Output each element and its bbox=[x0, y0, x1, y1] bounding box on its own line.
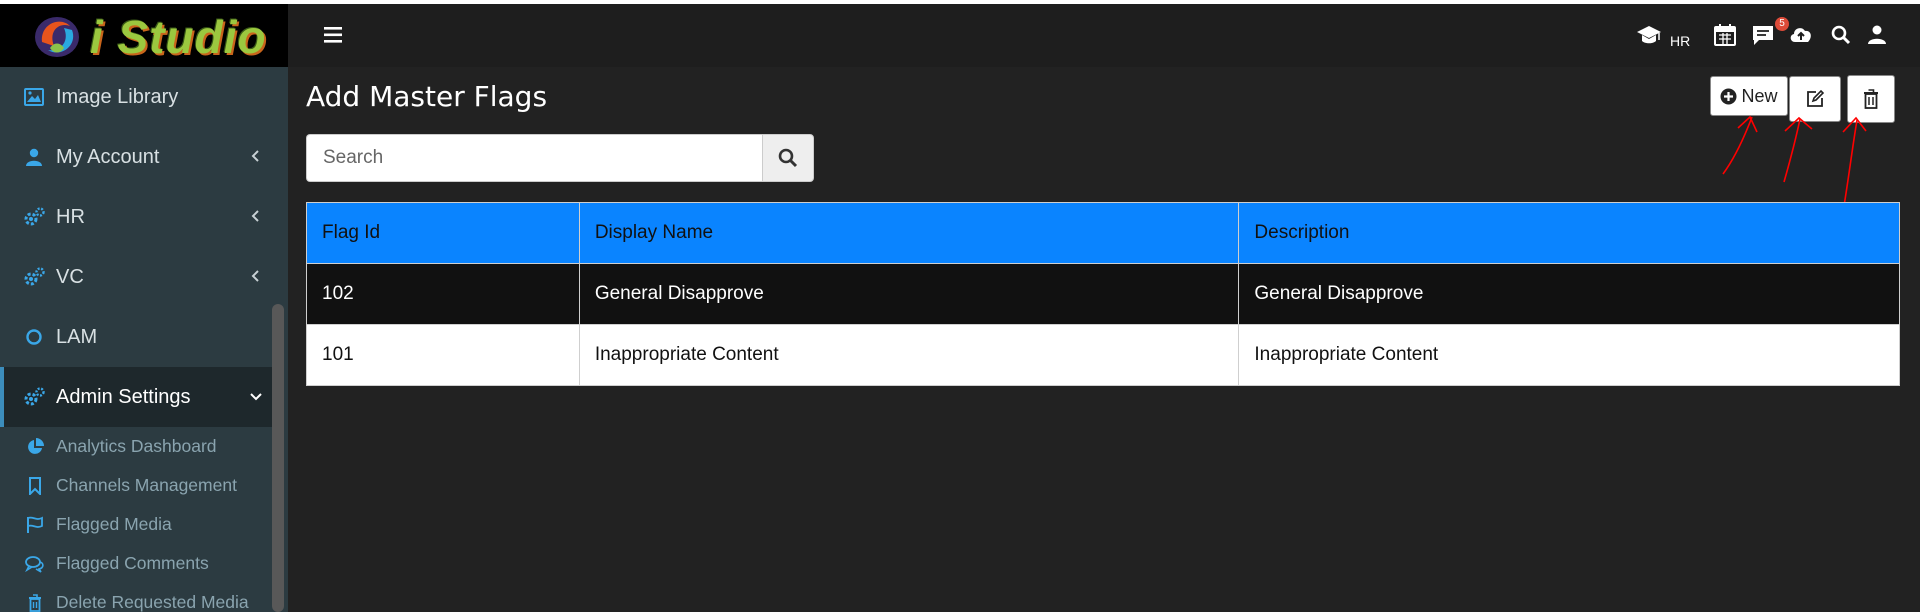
edit-button[interactable] bbox=[1789, 76, 1841, 122]
circle-icon bbox=[22, 325, 46, 349]
table-row[interactable]: 102 General Disapprove General Disapprov… bbox=[306, 263, 1900, 325]
user-icon bbox=[22, 145, 46, 169]
search-input[interactable] bbox=[306, 134, 764, 182]
sidebar-item-vc[interactable]: VC bbox=[0, 247, 272, 307]
sidebar-subitem-analytics-dashboard[interactable]: Analytics Dashboard bbox=[0, 427, 272, 466]
sidebar-subitem-label: Flagged Comments bbox=[56, 553, 209, 573]
flags-table: Flag Id Display Name Description 102 Gen… bbox=[306, 202, 1900, 386]
page-title: Add Master Flags bbox=[306, 80, 548, 113]
delete-button[interactable] bbox=[1847, 75, 1895, 123]
sidebar-subitem-channels-management[interactable]: Channels Management bbox=[0, 466, 272, 505]
search-icon bbox=[778, 148, 798, 168]
sidebar-subitem-flagged-comments[interactable]: Flagged Comments bbox=[0, 544, 272, 583]
cogs-icon bbox=[22, 385, 46, 409]
sidebar-subitem-flagged-media[interactable]: Flagged Media bbox=[0, 505, 272, 544]
annotation-arrows bbox=[1722, 115, 1867, 213]
sidebar-item-label: LAM bbox=[56, 325, 98, 348]
sidebar-subitem-delete-requested-media[interactable]: Delete Requested Media bbox=[0, 583, 272, 612]
sidebar-item-hr[interactable]: HR bbox=[0, 187, 272, 247]
sidebar-item-lam[interactable]: LAM bbox=[0, 307, 272, 367]
sidebar-subitem-label: Channels Management bbox=[56, 475, 237, 495]
cell-description: Inappropriate Content bbox=[1238, 324, 1900, 386]
search-icon[interactable] bbox=[1828, 22, 1854, 48]
cloud-upload-icon[interactable] bbox=[1788, 22, 1814, 48]
new-button[interactable]: New bbox=[1710, 76, 1788, 116]
notification-badge: 5 bbox=[1775, 17, 1789, 31]
chat-icon[interactable] bbox=[1750, 22, 1776, 48]
sidebar-item-admin-settings[interactable]: Admin Settings bbox=[0, 367, 272, 427]
logo-text: i Studio bbox=[90, 11, 267, 63]
sidebar-item-label: My Account bbox=[56, 145, 160, 168]
sidebar-scrollbar[interactable] bbox=[272, 304, 284, 612]
cogs-icon bbox=[22, 265, 46, 289]
pie-chart-icon bbox=[24, 436, 46, 458]
column-header-description[interactable]: Description bbox=[1238, 202, 1900, 264]
cell-flag-id: 102 bbox=[306, 263, 580, 325]
graduation-cap-icon[interactable] bbox=[1636, 22, 1662, 48]
app-window: i Studio Image Library My Account HR VC … bbox=[0, 4, 1920, 612]
chevron-left-icon bbox=[251, 270, 259, 282]
flag-icon bbox=[24, 514, 46, 536]
sidebar-item-label: Image Library bbox=[56, 85, 179, 108]
main-content: Add Master Flags New bbox=[288, 67, 1920, 612]
top-bar: HR 5 bbox=[288, 4, 1920, 67]
sidebar-item-label: VC bbox=[56, 265, 84, 288]
column-header-display-name[interactable]: Display Name bbox=[578, 202, 1240, 264]
hr-label[interactable]: HR bbox=[1670, 33, 1690, 49]
chevron-down-icon bbox=[250, 393, 262, 401]
trash-icon bbox=[1864, 89, 1878, 109]
cogs-icon bbox=[22, 205, 46, 229]
comments-icon bbox=[24, 553, 46, 575]
plus-circle-icon bbox=[1720, 88, 1737, 104]
logo-mark-icon bbox=[35, 17, 79, 57]
sidebar-item-my-account[interactable]: My Account bbox=[0, 127, 272, 187]
search-button[interactable] bbox=[762, 134, 814, 182]
new-button-label: New bbox=[1741, 85, 1778, 106]
app-logo[interactable]: i Studio bbox=[0, 4, 288, 67]
edit-icon bbox=[1807, 89, 1825, 107]
sidebar: i Studio Image Library My Account HR VC … bbox=[0, 4, 288, 612]
cell-description: General Disapprove bbox=[1238, 263, 1900, 325]
sidebar-menu: Image Library My Account HR VC LAM Admin… bbox=[0, 67, 272, 612]
cell-display-name: Inappropriate Content bbox=[578, 324, 1240, 386]
sidebar-subitem-label: Flagged Media bbox=[56, 514, 172, 534]
search-bar bbox=[306, 134, 814, 182]
sidebar-item-label: Admin Settings bbox=[56, 385, 191, 408]
sidebar-item-label: HR bbox=[56, 205, 85, 228]
chevron-left-icon bbox=[251, 150, 259, 162]
image-icon bbox=[22, 85, 46, 109]
chevron-left-icon bbox=[251, 210, 259, 222]
trash-icon bbox=[24, 592, 46, 612]
cell-flag-id: 101 bbox=[306, 324, 580, 386]
sidebar-subitem-label: Analytics Dashboard bbox=[56, 436, 217, 456]
table-row[interactable]: 101 Inappropriate Content Inappropriate … bbox=[306, 324, 1900, 386]
bookmark-icon bbox=[24, 475, 46, 497]
admin-settings-submenu: Analytics Dashboard Channels Management … bbox=[0, 427, 272, 612]
calendar-icon[interactable] bbox=[1712, 22, 1738, 48]
sidebar-item-image-library[interactable]: Image Library bbox=[0, 67, 272, 127]
user-profile-icon[interactable] bbox=[1864, 22, 1890, 48]
cell-display-name: General Disapprove bbox=[578, 263, 1240, 325]
table-header-row: Flag Id Display Name Description bbox=[306, 202, 1900, 264]
column-header-flag-id[interactable]: Flag Id bbox=[306, 202, 580, 264]
hamburger-menu-icon[interactable] bbox=[324, 26, 346, 44]
sidebar-subitem-label: Delete Requested Media bbox=[56, 592, 249, 612]
